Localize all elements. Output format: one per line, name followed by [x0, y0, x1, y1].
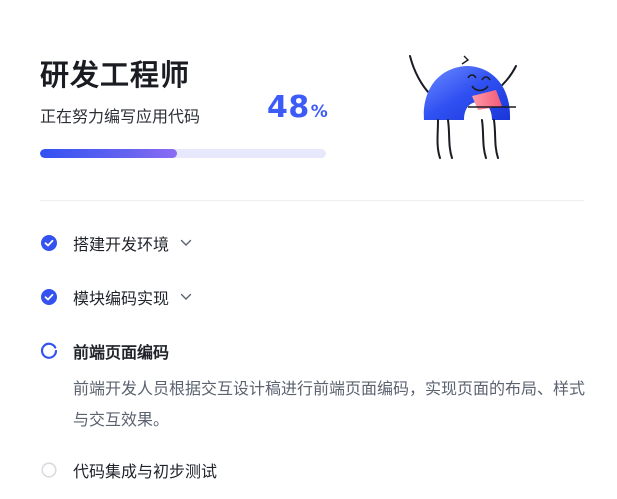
status-subtitle: 正在努力编写应用代码	[40, 107, 201, 126]
progress-bar	[40, 149, 326, 158]
percent-value: 48	[267, 90, 310, 125]
step-module-coding[interactable]: 模块编码实现	[40, 285, 193, 309]
percent-sign: %	[310, 102, 329, 122]
progress-percent: 48%	[267, 90, 328, 125]
check-circle-icon	[40, 288, 58, 306]
step-frontend-coding[interactable]: 前端页面编码	[40, 339, 169, 363]
step-setup-environment[interactable]: 搭建开发环境	[40, 231, 193, 255]
step-label: 搭建开发环境	[73, 235, 170, 254]
step-label: 模块编码实现	[73, 289, 170, 308]
job-title: 研发工程师	[40, 58, 191, 92]
chevron-down-icon[interactable]	[179, 290, 193, 304]
empty-circle-icon	[40, 461, 58, 479]
step-label: 前端页面编码	[73, 343, 170, 362]
spinner-icon	[40, 342, 58, 360]
step-description: 前端开发人员根据交互设计稿进行前端页面编码，实现页面的布局、样式与交互效果。	[73, 379, 586, 429]
step-label: 代码集成与初步测试	[73, 462, 218, 481]
section-divider	[40, 200, 584, 201]
progress-bar-fill	[40, 149, 178, 158]
mascot-illustration	[409, 55, 517, 159]
chevron-down-icon[interactable]	[179, 236, 193, 250]
check-circle-icon	[40, 234, 58, 252]
step-integration-testing[interactable]: 代码集成与初步测试	[40, 458, 217, 482]
